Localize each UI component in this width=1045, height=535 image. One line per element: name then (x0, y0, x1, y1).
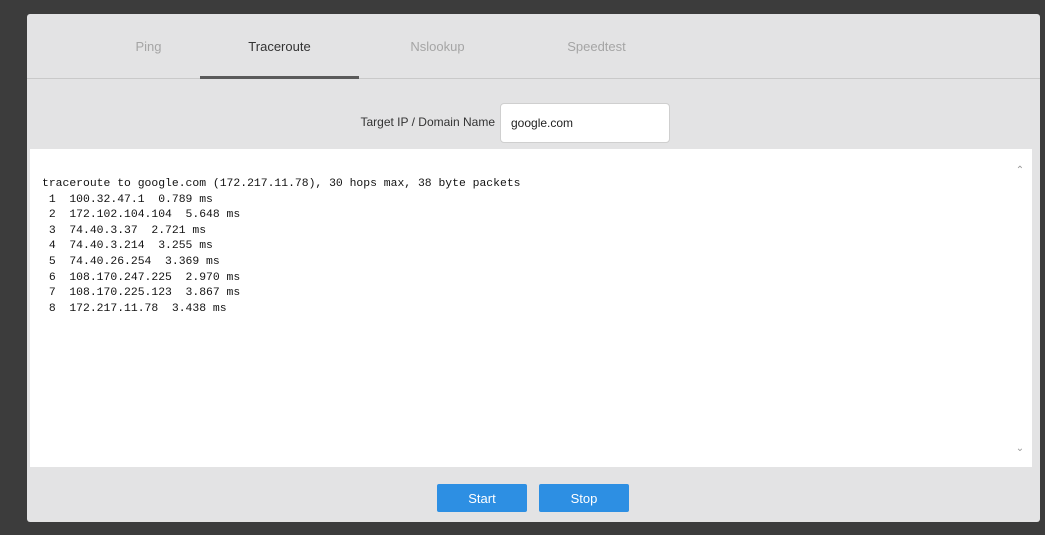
output-hop-line: 5 74.40.26.254 3.369 ms (42, 255, 220, 268)
output-hop-line: 6 108.170.247.225 2.970 ms (42, 271, 241, 284)
target-label: Target IP / Domain Name (360, 115, 495, 129)
tab-nslookup[interactable]: Nslookup (358, 14, 517, 78)
output-hop-line: 2 172.102.104.104 5.648 ms (42, 209, 241, 222)
tab-traceroute[interactable]: Traceroute (200, 14, 359, 79)
output-text: traceroute to google.com (172.217.11.78)… (30, 149, 1032, 317)
target-input[interactable] (500, 103, 670, 143)
stop-button[interactable]: Stop (539, 484, 629, 512)
output-hop-line: 7 108.170.225.123 3.867 ms (42, 287, 241, 300)
target-row: Target IP / Domain Name (27, 103, 1040, 145)
output-header-line: traceroute to google.com (172.217.11.78)… (42, 178, 521, 190)
output-hop-line: 4 74.40.3.214 3.255 ms (42, 240, 213, 253)
chevron-up-icon[interactable]: ⌃ (1014, 165, 1026, 177)
start-button[interactable]: Start (437, 484, 527, 512)
network-tools-panel: Ping Traceroute Nslookup Speedtest Targe… (27, 14, 1040, 522)
output-console[interactable]: traceroute to google.com (172.217.11.78)… (30, 149, 1032, 467)
output-hop-line: 1 100.32.47.1 0.789 ms (42, 193, 213, 206)
output-hop-line: 8 172.217.11.78 3.438 ms (42, 302, 227, 315)
chevron-down-icon[interactable]: ⌄ (1014, 443, 1026, 455)
tab-speedtest[interactable]: Speedtest (517, 14, 676, 78)
tab-bar: Ping Traceroute Nslookup Speedtest (27, 14, 1040, 79)
output-hop-line: 3 74.40.3.37 2.721 ms (42, 224, 207, 237)
